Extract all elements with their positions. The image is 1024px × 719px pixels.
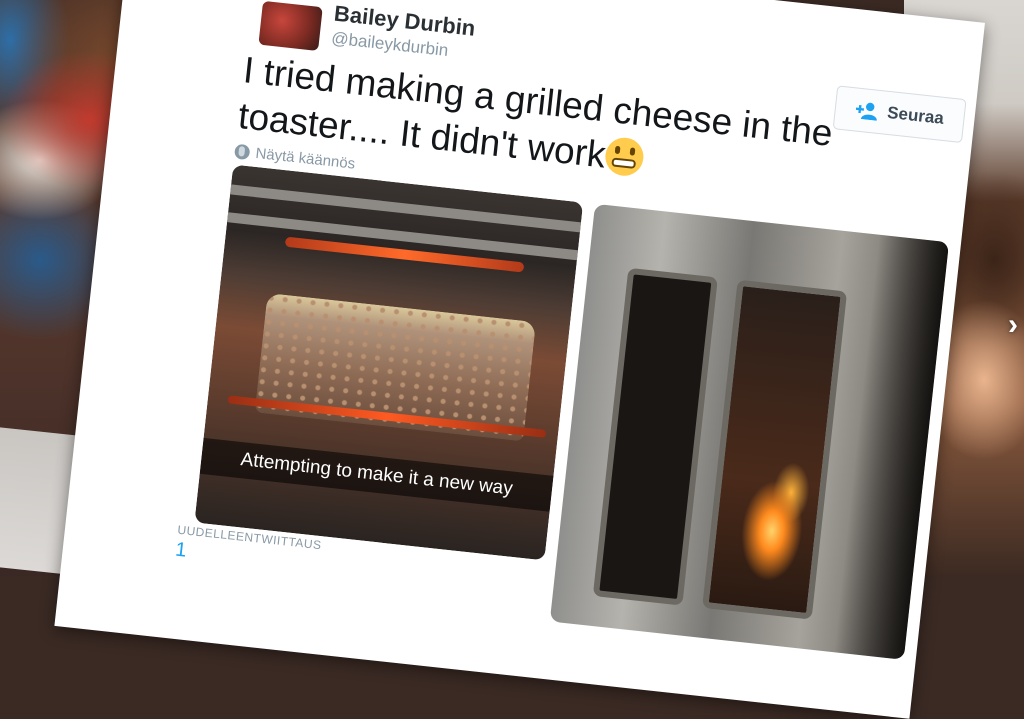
toaster-slot-burning <box>702 279 848 620</box>
photo-shadow <box>834 234 950 660</box>
globe-icon <box>233 143 251 161</box>
tweet-card: Bailey Durbin @baileykdurbin Seuraa I tr… <box>54 0 985 719</box>
follow-button[interactable]: Seuraa <box>832 85 967 144</box>
add-user-icon <box>855 102 877 121</box>
chevron-right-icon[interactable]: › <box>1008 308 1018 342</box>
avatar[interactable] <box>258 0 323 52</box>
tweet-photo-1[interactable]: Attempting to make it a new way <box>194 164 584 561</box>
follow-label: Seuraa <box>886 102 945 128</box>
retweets-count[interactable]: 1 <box>174 539 187 563</box>
toaster-slot <box>592 267 718 606</box>
tweet-photo-2[interactable] <box>549 203 950 660</box>
grimacing-face-icon <box>603 135 646 178</box>
photo-caption: Attempting to make it a new way <box>199 437 554 512</box>
